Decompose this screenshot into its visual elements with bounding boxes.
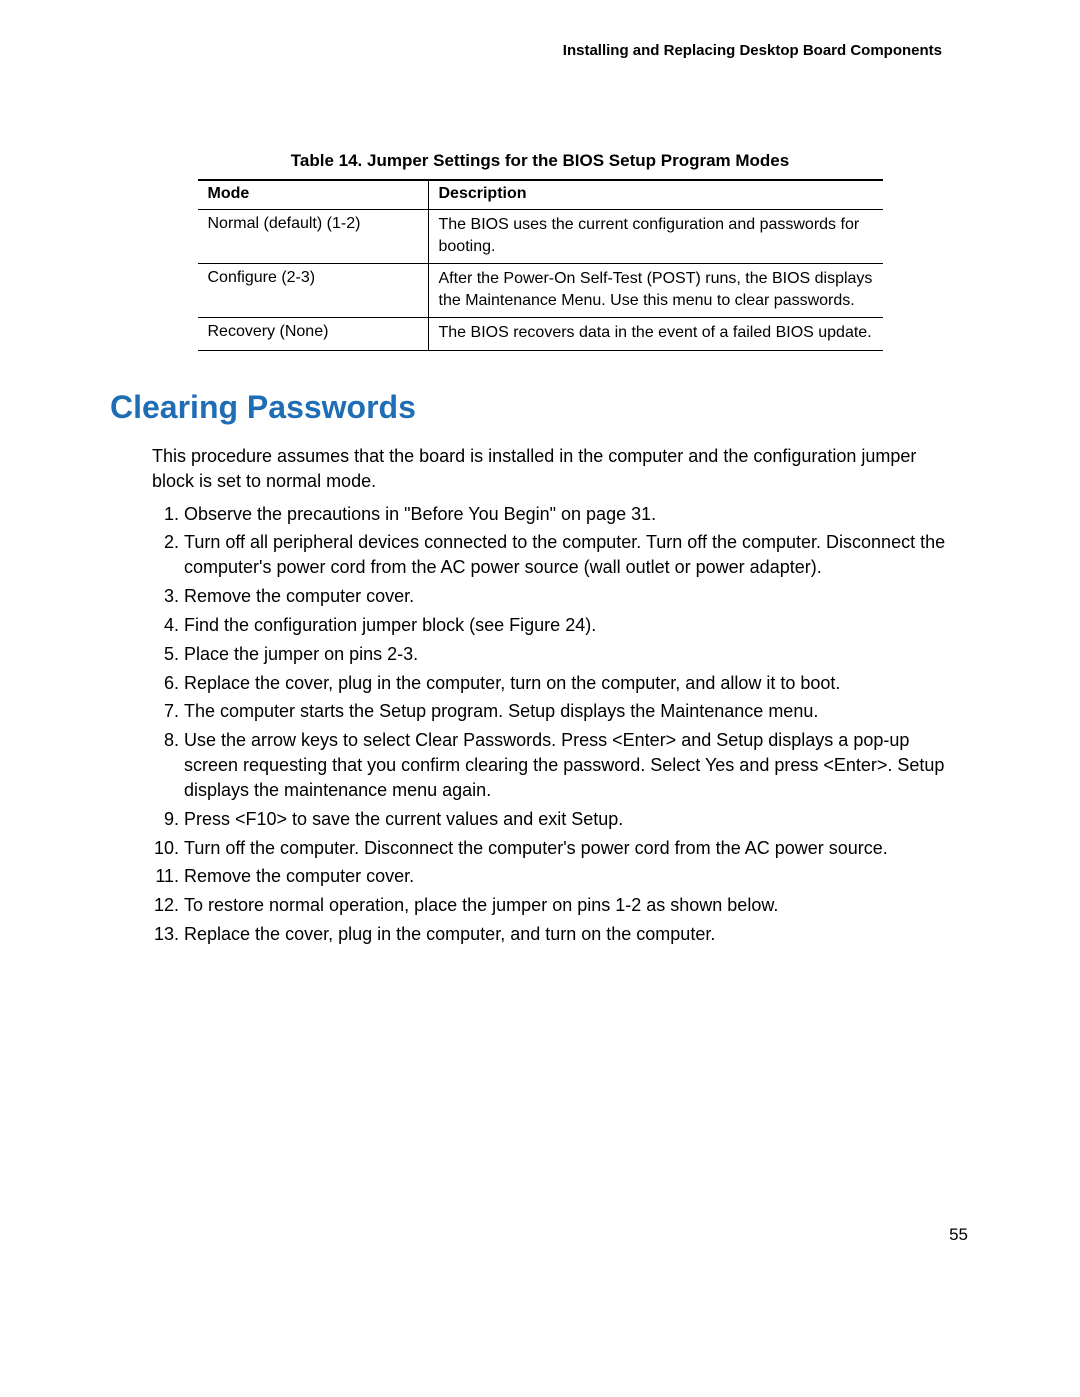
- page-number: 55: [949, 1225, 968, 1245]
- jumper-settings-table: Mode Description Normal (default) (1-2) …: [198, 179, 883, 351]
- column-header-description: Description: [428, 180, 883, 210]
- list-item: Replace the cover, plug in the computer,…: [184, 922, 958, 947]
- table-header-row: Mode Description: [198, 180, 883, 210]
- list-item: Remove the computer cover.: [184, 584, 958, 609]
- table-row: Normal (default) (1-2) The BIOS uses the…: [198, 210, 883, 264]
- section-title: Clearing Passwords: [110, 389, 970, 426]
- section-body: This procedure assumes that the board is…: [152, 444, 958, 947]
- cell-mode: Recovery (None): [198, 318, 429, 351]
- list-item: The computer starts the Setup program. S…: [184, 699, 958, 724]
- steps-list: Observe the precautions in "Before You B…: [152, 502, 958, 947]
- list-item: Use the arrow keys to select Clear Passw…: [184, 728, 958, 802]
- cell-description: The BIOS uses the current configuration …: [428, 210, 883, 264]
- table-caption: Table 14. Jumper Settings for the BIOS S…: [110, 151, 970, 171]
- document-page: Installing and Replacing Desktop Board C…: [0, 0, 1080, 1397]
- list-item: Replace the cover, plug in the computer,…: [184, 671, 958, 696]
- table-row: Configure (2-3) After the Power-On Self-…: [198, 264, 883, 318]
- cell-description: After the Power-On Self-Test (POST) runs…: [428, 264, 883, 318]
- list-item: Place the jumper on pins 2-3.: [184, 642, 958, 667]
- cell-mode: Configure (2-3): [198, 264, 429, 318]
- table-row: Recovery (None) The BIOS recovers data i…: [198, 318, 883, 351]
- list-item: To restore normal operation, place the j…: [184, 893, 958, 918]
- column-header-mode: Mode: [198, 180, 429, 210]
- list-item: Press <F10> to save the current values a…: [184, 807, 958, 832]
- section-intro: This procedure assumes that the board is…: [152, 444, 958, 494]
- list-item: Remove the computer cover.: [184, 864, 958, 889]
- cell-description: The BIOS recovers data in the event of a…: [428, 318, 883, 351]
- list-item: Observe the precautions in "Before You B…: [184, 502, 958, 527]
- list-item: Find the configuration jumper block (see…: [184, 613, 958, 638]
- list-item: Turn off all peripheral devices connecte…: [184, 530, 958, 580]
- cell-mode: Normal (default) (1-2): [198, 210, 429, 264]
- running-header: Installing and Replacing Desktop Board C…: [110, 42, 942, 59]
- list-item: Turn off the computer. Disconnect the co…: [184, 836, 958, 861]
